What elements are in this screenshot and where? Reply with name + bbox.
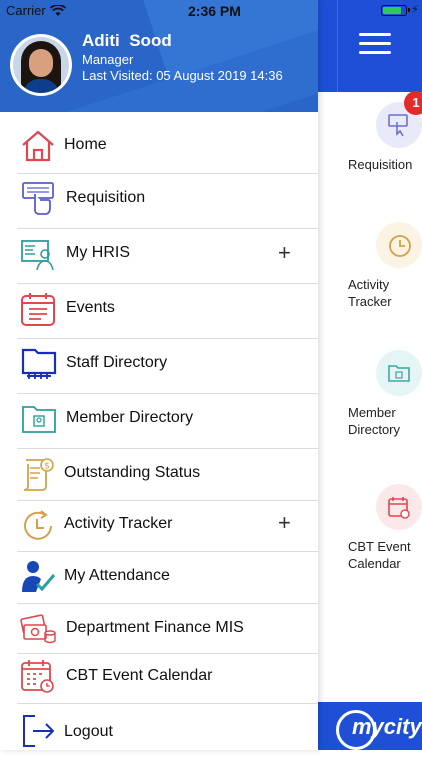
- home-icon: [22, 130, 54, 162]
- profile-role: Manager: [82, 52, 134, 67]
- footer-banner: mycity: [318, 702, 422, 750]
- event-calendar-icon: [376, 484, 422, 530]
- event-calendar-icon: [21, 660, 54, 693]
- menu-item-department-finance-mis[interactable]: Department Finance MIS: [0, 603, 318, 658]
- menu-label: Outstanding Status: [64, 464, 201, 481]
- tile-label: Member Directory: [348, 405, 401, 437]
- hamburger-menu-icon[interactable]: [359, 33, 391, 55]
- menu-item-my-hris[interactable]: My HRIS +: [0, 228, 318, 283]
- svg-text:$: $: [44, 462, 50, 472]
- menu-label: Home: [64, 136, 107, 153]
- last-visited: Last Visited: 05 August 2019 14:36: [82, 68, 283, 83]
- menu-item-events[interactable]: Events: [0, 283, 318, 338]
- menu-label: Member Directory: [66, 409, 194, 426]
- profile-name: Aditi Sood: [82, 31, 172, 50]
- attendance-icon: [22, 561, 56, 592]
- menu-item-my-attendance[interactable]: My Attendance: [0, 551, 318, 606]
- member-directory-icon: [376, 350, 422, 396]
- carrier-indicator: Carrier: [6, 3, 66, 18]
- menu-item-home[interactable]: Home: [0, 118, 318, 173]
- navigation-drawer: Aditi Sood Manager Last Visited: 05 Augu…: [0, 0, 318, 750]
- charging-icon: ⚡: [411, 4, 419, 16]
- menu-label: Logout: [64, 723, 113, 740]
- menu-label: My Attendance: [64, 567, 170, 584]
- menu-item-outstanding-status[interactable]: $ Outstanding Status: [0, 448, 318, 503]
- notification-badge: 1: [404, 91, 422, 115]
- events-icon: [21, 293, 55, 326]
- requisition-icon: [22, 182, 54, 215]
- menu-label: Staff Directory: [66, 354, 168, 371]
- menu-item-requisition[interactable]: Requisition: [0, 173, 318, 228]
- tile-label: Requisition: [348, 157, 413, 172]
- avatar[interactable]: [10, 34, 72, 96]
- outstanding-status-icon: $: [23, 458, 54, 491]
- menu-item-member-directory[interactable]: Member Directory: [0, 393, 318, 448]
- footer-logo-text: mycity: [352, 714, 422, 739]
- carrier-label: Carrier: [6, 3, 46, 18]
- tile-label: Activity Tracker: [348, 277, 392, 309]
- activity-tracker-icon: [376, 222, 422, 268]
- hris-icon: [21, 240, 54, 271]
- expand-plus-icon[interactable]: +: [278, 240, 291, 266]
- menu-label: Requisition: [66, 189, 146, 206]
- menu-item-cbt-event-calendar[interactable]: CBT Event Calendar: [0, 653, 318, 708]
- expand-plus-icon[interactable]: +: [278, 510, 291, 536]
- status-bar: Carrier 2:36 PM ⚡: [0, 0, 422, 22]
- clock: 2:36 PM: [188, 3, 241, 19]
- finance-mis-icon: [20, 614, 56, 644]
- activity-tracker-icon: [24, 510, 52, 540]
- menu-item-staff-directory[interactable]: Staff Directory: [0, 338, 318, 393]
- staff-directory-icon: [21, 348, 57, 379]
- menu-label: My HRIS: [66, 244, 130, 261]
- battery-icon: [381, 5, 410, 16]
- menu-label: Department Finance MIS: [66, 619, 244, 636]
- menu-label: Activity Tracker: [64, 515, 173, 532]
- tile-label: CBT Event Calendar: [348, 539, 411, 571]
- menu-label: Events: [66, 299, 115, 316]
- background-dashboard: Requisition 1 Activity Tracker Member Di…: [318, 0, 422, 750]
- menu-item-activity-tracker[interactable]: Activity Tracker +: [0, 500, 318, 555]
- logout-icon: [23, 715, 55, 747]
- wifi-icon: [49, 4, 66, 16]
- menu-label: CBT Event Calendar: [66, 667, 213, 684]
- member-directory-icon: [22, 406, 56, 433]
